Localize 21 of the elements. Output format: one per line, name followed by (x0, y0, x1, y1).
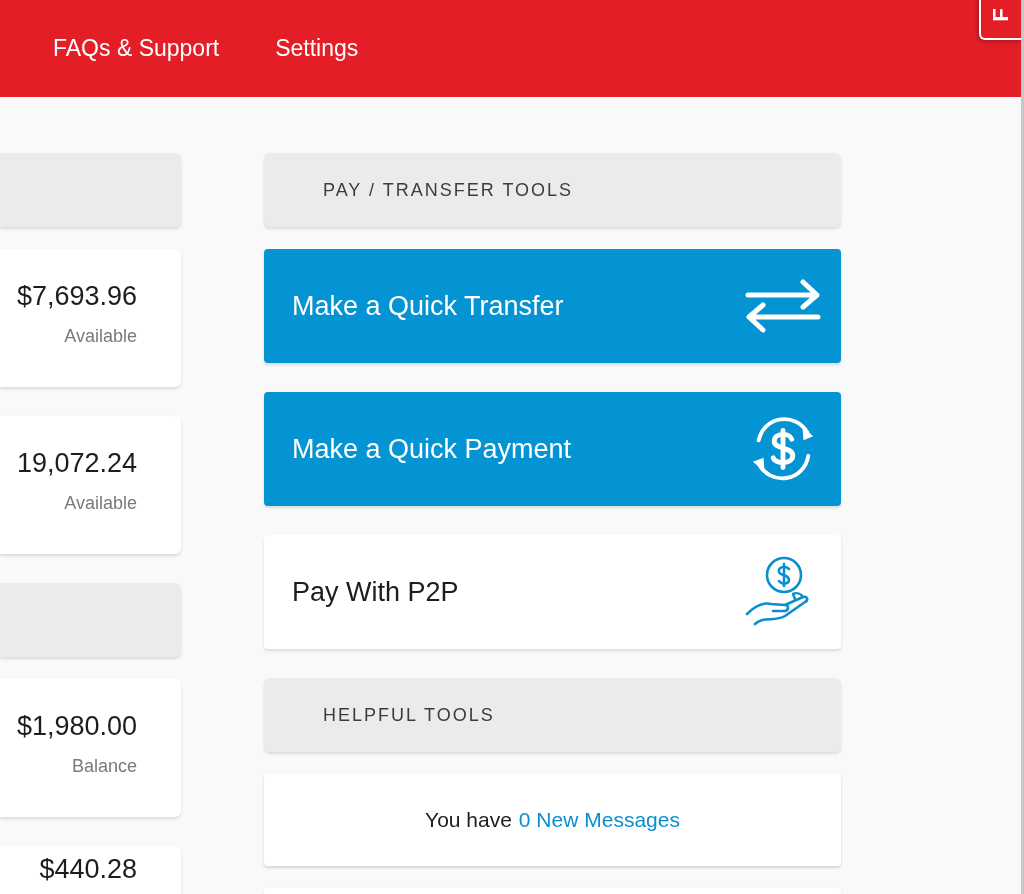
account-card[interactable]: 19,072.24 Available (0, 416, 181, 554)
account-card[interactable]: $440.28 (0, 846, 181, 894)
messages-text: You have (425, 808, 512, 832)
account-amount: $7,693.96 (16, 281, 137, 312)
action-button[interactable]: Pay With P2P (264, 535, 841, 649)
amount-caption: Available (64, 326, 137, 347)
account-amount: 19,072.24 (16, 448, 137, 479)
account-card[interactable]: $7,693.96 Available (0, 249, 181, 387)
account-amount: $1,980.00 (16, 711, 137, 742)
action-button[interactable]: Make a Quick Transfer (264, 249, 841, 363)
account-amount: $440.28 (39, 854, 137, 885)
messages-link[interactable]: 0 New Messages (518, 808, 680, 832)
feedback-tab[interactable]: F (979, 0, 1021, 40)
amount-caption: Balance (71, 756, 137, 777)
nav-link[interactable]: FAQs & Support (53, 35, 220, 62)
account-card[interactable]: $1,980.00 Balance (0, 679, 181, 817)
section-title: HELPFUL TOOLS (323, 704, 495, 726)
action-button[interactable]: Make a Quick Payment (264, 392, 841, 506)
nav-link[interactable]: Settings (275, 35, 359, 62)
amount-caption: Available (64, 493, 137, 514)
section-title: PAY / TRANSFER TOOLS (323, 179, 574, 201)
